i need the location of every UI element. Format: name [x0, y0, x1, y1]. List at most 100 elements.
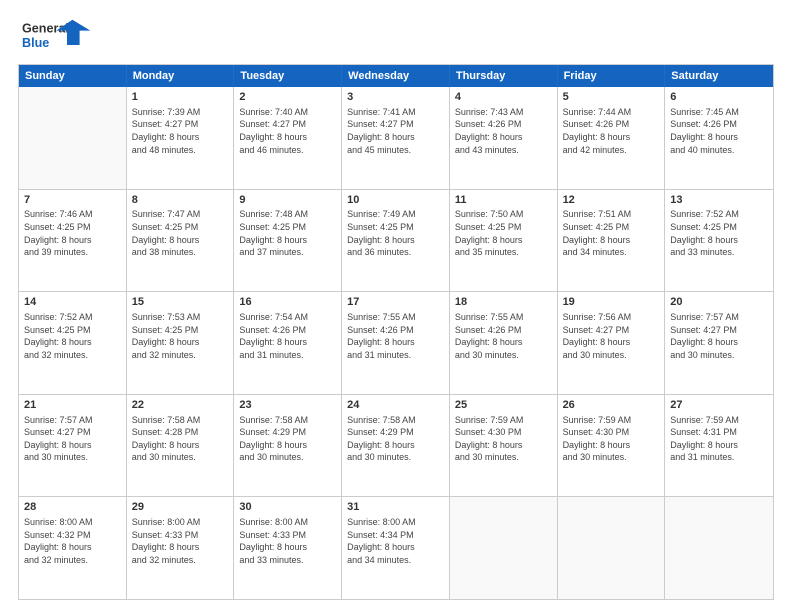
calendar-day-18: 18Sunrise: 7:55 AMSunset: 4:26 PMDayligh… [450, 292, 558, 394]
day-number: 24 [347, 398, 444, 413]
day-info: Sunrise: 7:50 AMSunset: 4:25 PMDaylight:… [455, 208, 552, 258]
empty-cell [450, 497, 558, 599]
day-info: Sunrise: 7:57 AMSunset: 4:27 PMDaylight:… [24, 414, 121, 464]
calendar-day-14: 14Sunrise: 7:52 AMSunset: 4:25 PMDayligh… [19, 292, 127, 394]
day-info: Sunrise: 7:58 AMSunset: 4:29 PMDaylight:… [239, 414, 336, 464]
day-info: Sunrise: 7:39 AMSunset: 4:27 PMDaylight:… [132, 106, 229, 156]
day-number: 10 [347, 193, 444, 208]
calendar-day-11: 11Sunrise: 7:50 AMSunset: 4:25 PMDayligh… [450, 190, 558, 292]
day-info: Sunrise: 7:40 AMSunset: 4:27 PMDaylight:… [239, 106, 336, 156]
day-info: Sunrise: 7:59 AMSunset: 4:31 PMDaylight:… [670, 414, 768, 464]
calendar-day-31: 31Sunrise: 8:00 AMSunset: 4:34 PMDayligh… [342, 497, 450, 599]
day-info: Sunrise: 7:54 AMSunset: 4:26 PMDaylight:… [239, 311, 336, 361]
calendar-day-29: 29Sunrise: 8:00 AMSunset: 4:33 PMDayligh… [127, 497, 235, 599]
day-info: Sunrise: 7:47 AMSunset: 4:25 PMDaylight:… [132, 208, 229, 258]
calendar-day-22: 22Sunrise: 7:58 AMSunset: 4:28 PMDayligh… [127, 395, 235, 497]
calendar-body: 1Sunrise: 7:39 AMSunset: 4:27 PMDaylight… [19, 87, 773, 599]
calendar-day-16: 16Sunrise: 7:54 AMSunset: 4:26 PMDayligh… [234, 292, 342, 394]
day-number: 28 [24, 500, 121, 515]
day-number: 21 [24, 398, 121, 413]
day-info: Sunrise: 7:59 AMSunset: 4:30 PMDaylight:… [563, 414, 660, 464]
empty-cell [19, 87, 127, 189]
day-info: Sunrise: 7:52 AMSunset: 4:25 PMDaylight:… [670, 208, 768, 258]
empty-cell [558, 497, 666, 599]
day-info: Sunrise: 7:56 AMSunset: 4:27 PMDaylight:… [563, 311, 660, 361]
calendar-day-20: 20Sunrise: 7:57 AMSunset: 4:27 PMDayligh… [665, 292, 773, 394]
day-info: Sunrise: 8:00 AMSunset: 4:33 PMDaylight:… [239, 516, 336, 566]
day-number: 20 [670, 295, 768, 310]
calendar-day-21: 21Sunrise: 7:57 AMSunset: 4:27 PMDayligh… [19, 395, 127, 497]
day-info: Sunrise: 7:55 AMSunset: 4:26 PMDaylight:… [347, 311, 444, 361]
calendar-week-4: 21Sunrise: 7:57 AMSunset: 4:27 PMDayligh… [19, 395, 773, 498]
day-header-saturday: Saturday [665, 65, 773, 87]
day-info: Sunrise: 7:41 AMSunset: 4:27 PMDaylight:… [347, 106, 444, 156]
day-number: 14 [24, 295, 121, 310]
calendar-day-9: 9Sunrise: 7:48 AMSunset: 4:25 PMDaylight… [234, 190, 342, 292]
page-header: GeneralBlue [18, 18, 774, 54]
day-header-wednesday: Wednesday [342, 65, 450, 87]
day-number: 2 [239, 90, 336, 105]
calendar-day-1: 1Sunrise: 7:39 AMSunset: 4:27 PMDaylight… [127, 87, 235, 189]
calendar-day-6: 6Sunrise: 7:45 AMSunset: 4:26 PMDaylight… [665, 87, 773, 189]
day-number: 13 [670, 193, 768, 208]
day-number: 30 [239, 500, 336, 515]
day-info: Sunrise: 7:58 AMSunset: 4:28 PMDaylight:… [132, 414, 229, 464]
calendar-day-19: 19Sunrise: 7:56 AMSunset: 4:27 PMDayligh… [558, 292, 666, 394]
calendar-day-3: 3Sunrise: 7:41 AMSunset: 4:27 PMDaylight… [342, 87, 450, 189]
day-number: 26 [563, 398, 660, 413]
day-info: Sunrise: 7:48 AMSunset: 4:25 PMDaylight:… [239, 208, 336, 258]
day-number: 25 [455, 398, 552, 413]
day-info: Sunrise: 7:43 AMSunset: 4:26 PMDaylight:… [455, 106, 552, 156]
calendar-day-4: 4Sunrise: 7:43 AMSunset: 4:26 PMDaylight… [450, 87, 558, 189]
day-info: Sunrise: 8:00 AMSunset: 4:34 PMDaylight:… [347, 516, 444, 566]
calendar-day-12: 12Sunrise: 7:51 AMSunset: 4:25 PMDayligh… [558, 190, 666, 292]
day-number: 29 [132, 500, 229, 515]
calendar-week-1: 1Sunrise: 7:39 AMSunset: 4:27 PMDaylight… [19, 87, 773, 190]
day-number: 11 [455, 193, 552, 208]
logo: GeneralBlue [18, 18, 98, 54]
calendar: SundayMondayTuesdayWednesdayThursdayFrid… [18, 64, 774, 600]
day-info: Sunrise: 7:52 AMSunset: 4:25 PMDaylight:… [24, 311, 121, 361]
day-number: 18 [455, 295, 552, 310]
calendar-day-8: 8Sunrise: 7:47 AMSunset: 4:25 PMDaylight… [127, 190, 235, 292]
calendar-day-17: 17Sunrise: 7:55 AMSunset: 4:26 PMDayligh… [342, 292, 450, 394]
day-info: Sunrise: 7:44 AMSunset: 4:26 PMDaylight:… [563, 106, 660, 156]
day-info: Sunrise: 7:55 AMSunset: 4:26 PMDaylight:… [455, 311, 552, 361]
empty-cell [665, 497, 773, 599]
svg-text:Blue: Blue [22, 36, 49, 50]
day-info: Sunrise: 8:00 AMSunset: 4:32 PMDaylight:… [24, 516, 121, 566]
day-info: Sunrise: 7:45 AMSunset: 4:26 PMDaylight:… [670, 106, 768, 156]
logo-icon: GeneralBlue [18, 18, 98, 54]
calendar-day-25: 25Sunrise: 7:59 AMSunset: 4:30 PMDayligh… [450, 395, 558, 497]
day-info: Sunrise: 7:46 AMSunset: 4:25 PMDaylight:… [24, 208, 121, 258]
day-number: 7 [24, 193, 121, 208]
calendar-day-27: 27Sunrise: 7:59 AMSunset: 4:31 PMDayligh… [665, 395, 773, 497]
calendar-day-24: 24Sunrise: 7:58 AMSunset: 4:29 PMDayligh… [342, 395, 450, 497]
day-number: 9 [239, 193, 336, 208]
day-number: 12 [563, 193, 660, 208]
day-number: 4 [455, 90, 552, 105]
day-number: 19 [563, 295, 660, 310]
day-number: 6 [670, 90, 768, 105]
day-info: Sunrise: 7:51 AMSunset: 4:25 PMDaylight:… [563, 208, 660, 258]
calendar-day-2: 2Sunrise: 7:40 AMSunset: 4:27 PMDaylight… [234, 87, 342, 189]
day-number: 16 [239, 295, 336, 310]
day-number: 8 [132, 193, 229, 208]
day-number: 3 [347, 90, 444, 105]
day-info: Sunrise: 7:53 AMSunset: 4:25 PMDaylight:… [132, 311, 229, 361]
day-info: Sunrise: 7:57 AMSunset: 4:27 PMDaylight:… [670, 311, 768, 361]
day-number: 27 [670, 398, 768, 413]
calendar-day-30: 30Sunrise: 8:00 AMSunset: 4:33 PMDayligh… [234, 497, 342, 599]
day-number: 5 [563, 90, 660, 105]
day-number: 15 [132, 295, 229, 310]
day-header-monday: Monday [127, 65, 235, 87]
calendar-header: SundayMondayTuesdayWednesdayThursdayFrid… [19, 65, 773, 87]
calendar-week-2: 7Sunrise: 7:46 AMSunset: 4:25 PMDaylight… [19, 190, 773, 293]
calendar-day-5: 5Sunrise: 7:44 AMSunset: 4:26 PMDaylight… [558, 87, 666, 189]
calendar-day-13: 13Sunrise: 7:52 AMSunset: 4:25 PMDayligh… [665, 190, 773, 292]
calendar-week-3: 14Sunrise: 7:52 AMSunset: 4:25 PMDayligh… [19, 292, 773, 395]
day-number: 31 [347, 500, 444, 515]
day-info: Sunrise: 8:00 AMSunset: 4:33 PMDaylight:… [132, 516, 229, 566]
day-number: 1 [132, 90, 229, 105]
calendar-day-23: 23Sunrise: 7:58 AMSunset: 4:29 PMDayligh… [234, 395, 342, 497]
